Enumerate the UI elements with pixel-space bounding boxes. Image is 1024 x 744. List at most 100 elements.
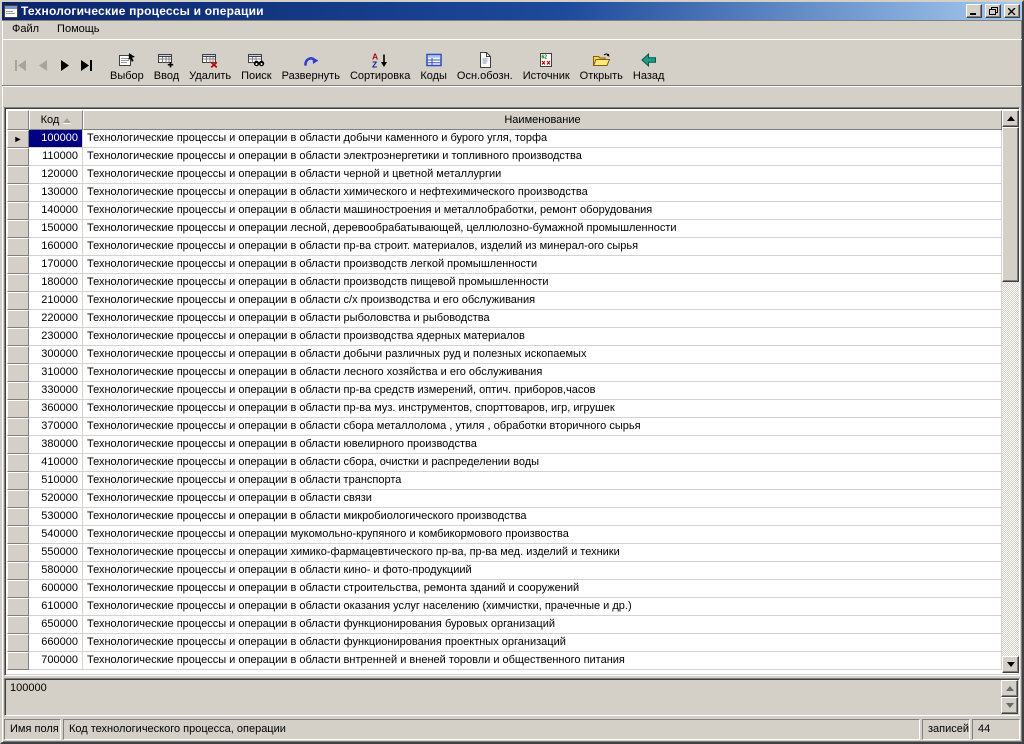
scrollbar-thumb[interactable]	[1002, 127, 1019, 282]
table-row[interactable]: 660000 Технологические процессы и операц…	[7, 634, 1002, 652]
insert-button[interactable]: Ввод	[149, 50, 184, 83]
row-code-cell[interactable]: 220000	[29, 310, 83, 328]
main-designation-button[interactable]: Осн.обозн.	[452, 50, 518, 83]
row-name-cell[interactable]: Технологические процессы и операции муко…	[83, 526, 1002, 544]
table-row[interactable]: 120000 Технологические процессы и операц…	[7, 166, 1002, 184]
table-row[interactable]: 330000 Технологические процессы и операц…	[7, 382, 1002, 400]
table-row[interactable]: 170000 Технологические процессы и операц…	[7, 256, 1002, 274]
table-row[interactable]: 160000 Технологические процессы и операц…	[7, 238, 1002, 256]
row-code-cell[interactable]: 700000	[29, 652, 83, 670]
row-code-cell[interactable]: 410000	[29, 454, 83, 472]
table-row[interactable]: 220000 Технологические процессы и операц…	[7, 310, 1002, 328]
scroll-up-button[interactable]	[1002, 110, 1019, 127]
table-row[interactable]: 530000 Технологические процессы и операц…	[7, 508, 1002, 526]
table-row[interactable]: 360000 Технологические процессы и операц…	[7, 400, 1002, 418]
row-name-cell[interactable]: Технологические процессы и операции в об…	[83, 292, 1002, 310]
row-code-cell[interactable]: 580000	[29, 562, 83, 580]
table-row[interactable]: 370000 Технологические процессы и операц…	[7, 418, 1002, 436]
row-name-cell[interactable]: Технологические процессы и операции в об…	[83, 202, 1002, 220]
row-code-cell[interactable]: 140000	[29, 202, 83, 220]
row-code-cell[interactable]: 130000	[29, 184, 83, 202]
row-name-cell[interactable]: Технологические процессы и операции хими…	[83, 544, 1002, 562]
memo-scroll-up-button[interactable]	[1001, 680, 1018, 697]
row-code-cell[interactable]: 180000	[29, 274, 83, 292]
table-row[interactable]: 520000 Технологические процессы и операц…	[7, 490, 1002, 508]
table-row[interactable]: 230000 Технологические процессы и операц…	[7, 328, 1002, 346]
row-code-cell[interactable]: 160000	[29, 238, 83, 256]
row-name-cell[interactable]: Технологические процессы и операции в об…	[83, 508, 1002, 526]
row-code-cell[interactable]: 120000	[29, 166, 83, 184]
table-row[interactable]: 130000 Технологические процессы и операц…	[7, 184, 1002, 202]
row-code-cell[interactable]: 230000	[29, 328, 83, 346]
table-row[interactable]: 540000 Технологические процессы и операц…	[7, 526, 1002, 544]
row-name-cell[interactable]: Технологические процессы и операции в об…	[83, 274, 1002, 292]
row-name-cell[interactable]: Технологические процессы и операции в об…	[83, 364, 1002, 382]
row-name-cell[interactable]: Технологические процессы и операции в об…	[83, 616, 1002, 634]
scrollbar-track[interactable]	[1002, 282, 1019, 656]
row-name-cell[interactable]: Технологические процессы и операции в об…	[83, 328, 1002, 346]
row-name-cell[interactable]: Технологические процессы и операции в об…	[83, 490, 1002, 508]
table-row[interactable]: 300000 Технологические процессы и операц…	[7, 346, 1002, 364]
row-code-cell[interactable]: 520000	[29, 490, 83, 508]
column-header-code[interactable]: Код	[29, 110, 83, 130]
sort-button[interactable]: A Z Сортировка	[345, 50, 415, 83]
source-button[interactable]: 62 Источник	[518, 50, 575, 83]
row-name-cell[interactable]: Технологические процессы и операции в об…	[83, 418, 1002, 436]
table-row[interactable]: 180000 Технологические процессы и операц…	[7, 274, 1002, 292]
prior-record-button[interactable]	[34, 58, 51, 73]
row-name-cell[interactable]: Технологические процессы и операции в об…	[83, 598, 1002, 616]
table-row[interactable]: 210000 Технологические процессы и операц…	[7, 292, 1002, 310]
open-button[interactable]: Открыть	[575, 50, 628, 83]
row-name-cell[interactable]: Технологические процессы и операции в об…	[83, 184, 1002, 202]
column-header-name[interactable]: Наименование	[83, 110, 1002, 130]
row-code-cell[interactable]: 540000	[29, 526, 83, 544]
row-code-cell[interactable]: 330000	[29, 382, 83, 400]
row-code-cell[interactable]: 170000	[29, 256, 83, 274]
last-record-button[interactable]	[78, 58, 95, 73]
table-row[interactable]: 610000 Технологические процессы и операц…	[7, 598, 1002, 616]
row-name-cell[interactable]: Технологические процессы и операции в об…	[83, 256, 1002, 274]
row-name-cell[interactable]: Технологические процессы и операции в об…	[83, 148, 1002, 166]
row-name-cell[interactable]: Технологические процессы и операции в об…	[83, 634, 1002, 652]
row-name-cell[interactable]: Технологические процессы и операции в об…	[83, 562, 1002, 580]
codes-button[interactable]: Коды	[415, 50, 452, 83]
select-button[interactable]: Выбор	[105, 50, 149, 83]
row-code-cell[interactable]: 370000	[29, 418, 83, 436]
row-code-cell[interactable]: 360000	[29, 400, 83, 418]
row-code-cell[interactable]: 150000	[29, 220, 83, 238]
table-row[interactable]: 700000 Технологические процессы и операц…	[7, 652, 1002, 670]
row-name-cell[interactable]: Технологические процессы и операции в об…	[83, 166, 1002, 184]
table-row[interactable]: 380000 Технологические процессы и операц…	[7, 436, 1002, 454]
search-button[interactable]: Поиск	[236, 50, 276, 83]
table-row[interactable]: 410000 Технологические процессы и операц…	[7, 454, 1002, 472]
row-name-cell[interactable]: Технологические процессы и операции лесн…	[83, 220, 1002, 238]
table-row[interactable]: 510000 Технологические процессы и операц…	[7, 472, 1002, 490]
row-code-cell[interactable]: 610000	[29, 598, 83, 616]
table-row[interactable]: 100000 Технологические процессы и операц…	[7, 130, 1002, 148]
row-code-cell[interactable]: 100000	[29, 130, 83, 148]
table-row[interactable]: 550000 Технологические процессы и операц…	[7, 544, 1002, 562]
memo-scroll-down-button[interactable]	[1001, 697, 1018, 714]
row-name-cell[interactable]: Технологические процессы и операции в об…	[83, 310, 1002, 328]
row-code-cell[interactable]: 310000	[29, 364, 83, 382]
table-row[interactable]: 580000 Технологические процессы и операц…	[7, 562, 1002, 580]
table-row[interactable]: 150000 Технологические процессы и операц…	[7, 220, 1002, 238]
delete-button[interactable]: Удалить	[184, 50, 236, 83]
table-row[interactable]: 110000 Технологические процессы и операц…	[7, 148, 1002, 166]
row-code-cell[interactable]: 600000	[29, 580, 83, 598]
next-record-button[interactable]	[56, 58, 73, 73]
menu-help[interactable]: Помощь	[49, 21, 108, 38]
row-code-cell[interactable]: 210000	[29, 292, 83, 310]
row-code-cell[interactable]: 110000	[29, 148, 83, 166]
expand-button[interactable]: Развернуть	[277, 50, 345, 83]
scroll-down-button[interactable]	[1002, 656, 1019, 673]
row-name-cell[interactable]: Технологические процессы и операции в об…	[83, 580, 1002, 598]
row-code-cell[interactable]: 300000	[29, 346, 83, 364]
row-name-cell[interactable]: Технологические процессы и операции в об…	[83, 436, 1002, 454]
table-row[interactable]: 650000 Технологические процессы и операц…	[7, 616, 1002, 634]
row-code-cell[interactable]: 550000	[29, 544, 83, 562]
restore-button[interactable]	[985, 4, 1001, 18]
row-code-cell[interactable]: 660000	[29, 634, 83, 652]
row-name-cell[interactable]: Технологические процессы и операции в об…	[83, 130, 1002, 148]
row-code-cell[interactable]: 380000	[29, 436, 83, 454]
